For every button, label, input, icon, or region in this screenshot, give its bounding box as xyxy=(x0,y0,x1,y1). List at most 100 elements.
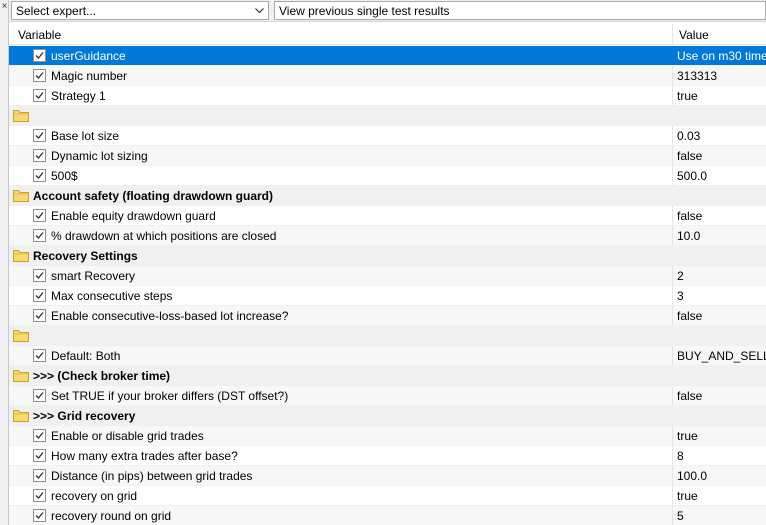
column-divider[interactable] xyxy=(672,24,673,45)
parameter-row[interactable]: userGuidance Use on m30 timeframe xyxy=(9,46,766,66)
parameter-checkbox[interactable] xyxy=(33,209,46,222)
parameter-value[interactable]: true xyxy=(677,489,698,503)
checkmark-icon xyxy=(35,172,44,179)
group-title: >>> (Check broker time) xyxy=(33,369,171,383)
parameter-checkbox[interactable] xyxy=(33,89,46,102)
parameter-checkbox[interactable] xyxy=(33,169,46,182)
value-cell[interactable]: BUY_AND_SELL xyxy=(672,346,766,365)
group-row[interactable]: >>> (Check broker time) xyxy=(9,366,766,386)
parameter-value[interactable]: BUY_AND_SELL xyxy=(677,349,766,363)
chevron-down-icon[interactable] xyxy=(251,2,268,19)
parameter-value[interactable]: 100.0 xyxy=(677,469,707,483)
parameter-value[interactable]: Use on m30 timeframe xyxy=(677,49,766,63)
parameter-value[interactable]: 0.03 xyxy=(677,129,700,143)
value-cell[interactable]: 2 xyxy=(672,266,766,285)
group-row[interactable]: Recovery Settings xyxy=(9,246,766,266)
group-title: Recovery Settings xyxy=(33,249,138,263)
parameter-checkbox[interactable] xyxy=(33,469,46,482)
parameter-row[interactable]: Enable equity drawdown guard false xyxy=(9,206,766,226)
parameter-name: Dynamic lot sizing xyxy=(51,149,148,163)
view-results-label: View previous single test results xyxy=(279,4,450,18)
parameter-name: Base lot size xyxy=(51,129,120,143)
parameter-row[interactable]: Magic number 313313 xyxy=(9,66,766,86)
parameter-row[interactable]: How many extra trades after base? 8 xyxy=(9,446,766,466)
parameter-checkbox[interactable] xyxy=(33,69,46,82)
parameter-value[interactable]: 2 xyxy=(677,269,684,283)
parameter-row[interactable]: Strategy 1 true xyxy=(9,86,766,106)
parameter-value[interactable]: 313313 xyxy=(677,69,717,83)
table-header: Variable Value xyxy=(9,24,766,45)
value-cell[interactable]: 10.0 xyxy=(672,226,766,245)
expert-select[interactable]: Select expert... xyxy=(11,1,269,20)
value-cell[interactable]: true xyxy=(672,486,766,505)
parameter-checkbox[interactable] xyxy=(33,129,46,142)
parameter-checkbox[interactable] xyxy=(33,229,46,242)
group-title: >>> Grid recovery xyxy=(33,409,136,423)
value-cell[interactable]: 5 xyxy=(672,506,766,525)
parameter-row[interactable]: Set TRUE if your broker differs (DST off… xyxy=(9,386,766,406)
value-cell[interactable]: true xyxy=(672,426,766,445)
value-cell xyxy=(672,366,766,385)
value-cell[interactable]: Use on m30 timeframe xyxy=(672,46,766,65)
parameter-value[interactable]: 500.0 xyxy=(677,169,707,183)
group-row[interactable] xyxy=(9,106,766,126)
value-cell[interactable]: false xyxy=(672,386,766,405)
group-row[interactable] xyxy=(9,326,766,346)
parameter-row[interactable]: 500$ 500.0 xyxy=(9,166,766,186)
parameter-value[interactable]: 8 xyxy=(677,449,684,463)
parameter-checkbox[interactable] xyxy=(33,449,46,462)
folder-icon xyxy=(13,249,29,265)
parameter-row[interactable]: Default: Both BUY_AND_SELL xyxy=(9,346,766,366)
parameter-row[interactable]: Base lot size 0.03 xyxy=(9,126,766,146)
value-cell[interactable]: 3 xyxy=(672,286,766,305)
parameter-value[interactable]: false xyxy=(677,209,702,223)
checkmark-icon xyxy=(35,152,44,159)
parameter-checkbox[interactable] xyxy=(33,489,46,502)
close-icon[interactable]: × xyxy=(0,1,9,13)
parameter-checkbox[interactable] xyxy=(33,389,46,402)
parameter-checkbox[interactable] xyxy=(33,289,46,302)
parameter-value[interactable]: false xyxy=(677,309,702,323)
value-cell xyxy=(672,326,766,345)
column-header-value[interactable]: Value xyxy=(679,28,709,42)
parameter-checkbox[interactable] xyxy=(33,309,46,322)
parameter-value[interactable]: 5 xyxy=(677,509,684,523)
value-cell[interactable]: false xyxy=(672,306,766,325)
value-cell[interactable]: 8 xyxy=(672,446,766,465)
parameter-row[interactable]: Dynamic lot sizing false xyxy=(9,146,766,166)
column-header-variable[interactable]: Variable xyxy=(18,28,61,42)
parameter-value[interactable]: false xyxy=(677,149,702,163)
parameter-value[interactable]: false xyxy=(677,389,702,403)
parameter-row[interactable]: recovery round on grid 5 xyxy=(9,506,766,525)
parameter-row[interactable]: Enable or disable grid trades true xyxy=(9,426,766,446)
group-row[interactable]: >>> Grid recovery xyxy=(9,406,766,426)
parameter-row[interactable]: % drawdown at which positions are closed… xyxy=(9,226,766,246)
parameter-checkbox[interactable] xyxy=(33,149,46,162)
value-cell[interactable]: 313313 xyxy=(672,66,766,85)
view-results-button[interactable]: View previous single test results xyxy=(274,1,766,20)
parameter-value[interactable]: 10.0 xyxy=(677,229,700,243)
group-row[interactable]: Account safety (floating drawdown guard) xyxy=(9,186,766,206)
parameter-row[interactable]: Max consecutive steps 3 xyxy=(9,286,766,306)
value-cell[interactable]: 100.0 xyxy=(672,466,766,485)
parameter-checkbox[interactable] xyxy=(33,509,46,522)
parameter-value[interactable]: true xyxy=(677,89,698,103)
parameter-row[interactable]: recovery on grid true xyxy=(9,486,766,506)
value-cell[interactable]: 0.03 xyxy=(672,126,766,145)
value-cell[interactable]: true xyxy=(672,86,766,105)
parameter-value[interactable]: true xyxy=(677,429,698,443)
parameter-checkbox[interactable] xyxy=(33,349,46,362)
expert-select-value: Select expert... xyxy=(16,4,97,18)
parameter-row[interactable]: Enable consecutive-loss-based lot increa… xyxy=(9,306,766,326)
value-cell[interactable]: false xyxy=(672,146,766,165)
parameter-row[interactable]: Distance (in pips) between grid trades 10… xyxy=(9,466,766,486)
parameter-checkbox[interactable] xyxy=(33,429,46,442)
parameter-row[interactable]: smart Recovery 2 xyxy=(9,266,766,286)
value-cell[interactable]: false xyxy=(672,206,766,225)
parameter-value[interactable]: 3 xyxy=(677,289,684,303)
value-cell[interactable]: 500.0 xyxy=(672,166,766,185)
parameter-checkbox[interactable] xyxy=(33,269,46,282)
parameter-checkbox[interactable] xyxy=(33,49,46,62)
left-panel-strip: × xyxy=(0,0,9,525)
folder-icon xyxy=(13,369,29,385)
